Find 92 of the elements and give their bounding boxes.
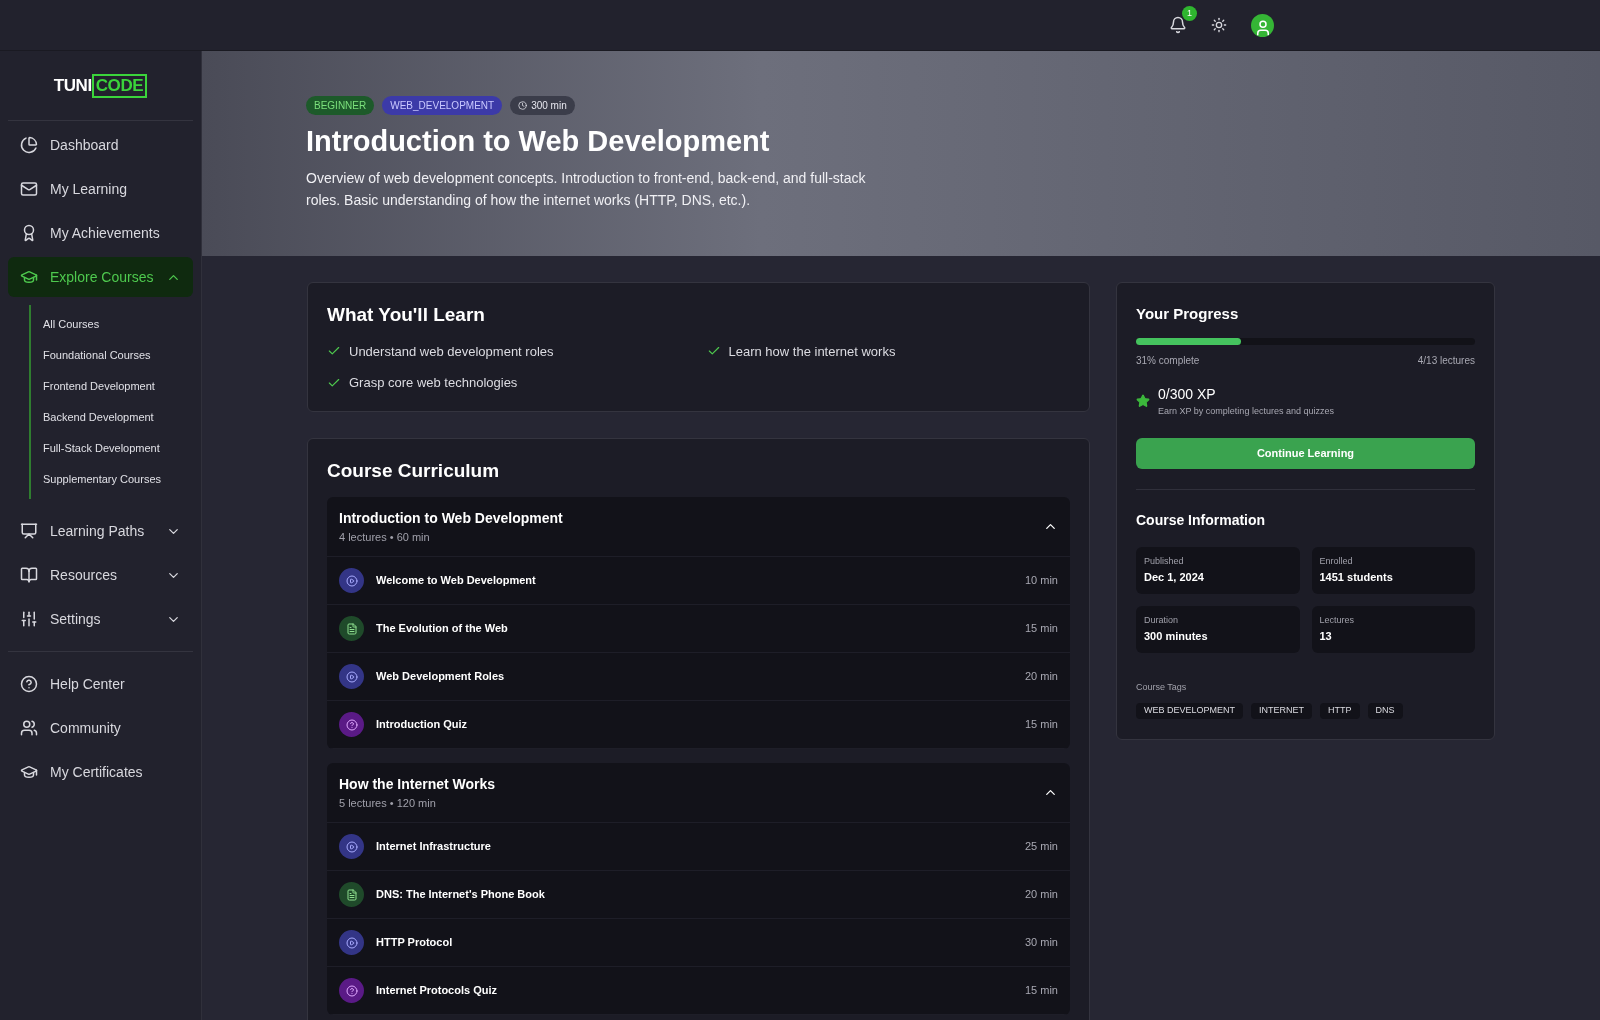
sidebar-subitem[interactable]: Supplementary Courses <box>43 464 201 495</box>
sliders-icon <box>20 610 38 628</box>
sidebar-item[interactable]: Settings <box>8 599 193 639</box>
clock-icon <box>518 100 528 110</box>
learn-item: Understand web development roles <box>349 342 554 361</box>
lecture-duration: 20 min <box>1024 669 1058 685</box>
module-meta: 5 lectures • 120 min <box>339 795 437 811</box>
lecture-row[interactable]: Introduction Quiz 15 min <box>327 701 1070 749</box>
info-label: Enrolled <box>1319 555 1354 568</box>
document-icon <box>339 882 364 907</box>
xp-value: 0/300 XP <box>1158 384 1217 404</box>
info-value: Dec 1, 2024 <box>1144 569 1205 585</box>
lecture-title: HTTP Protocol <box>376 935 454 951</box>
notification-badge: 1 <box>1182 6 1197 21</box>
info-value: 13 <box>1319 628 1333 644</box>
course-title: Introduction to Web Development <box>306 123 771 159</box>
lecture-duration: 15 min <box>1024 717 1058 733</box>
people-icon <box>20 719 38 737</box>
module-meta: 4 lectures • 60 min <box>339 529 431 545</box>
info-value: 300 minutes <box>1144 628 1209 644</box>
section-header[interactable]: Introduction to Web Development 4 lectures • 60 min <box>327 497 1070 557</box>
sidebar-subitem[interactable]: Backend Development <box>43 402 201 433</box>
course-badge: WEB_DEVELOPMENT <box>382 95 503 115</box>
sidebar-item[interactable]: My Certificates <box>8 752 193 792</box>
lecture-title: Welcome to Web Development <box>376 573 537 589</box>
sidebar-item[interactable]: My Achievements <box>8 213 193 253</box>
envelope-icon <box>20 180 38 198</box>
lecture-duration: 10 min <box>1024 573 1058 589</box>
module-title: How the Internet Works <box>339 774 496 794</box>
sidebar-subitem[interactable]: Foundational Courses <box>43 340 201 371</box>
course-description: Overview of web development concepts. Introduction to front-end, back-end, and full-stack roles. Basic understanding of how the internet works (HTTP, DNS, etc.). <box>306 169 867 211</box>
presentation-board-icon <box>20 522 38 540</box>
section-title: What You'll Learn <box>327 303 486 327</box>
lecture-row[interactable]: Web Development Roles 20 min <box>327 653 1070 701</box>
info-label: Published <box>1144 555 1185 568</box>
lecture-duration: 25 min <box>1024 839 1058 855</box>
module-title: Introduction to Web Development <box>339 508 563 528</box>
percent-complete: 31% complete <box>1136 353 1200 368</box>
lecture-row[interactable]: HTTP Protocol 30 min <box>327 919 1070 967</box>
pie-chart-icon <box>20 136 38 154</box>
info-title: Course Information <box>1136 511 1267 530</box>
bell-icon[interactable] <box>1169 16 1187 34</box>
lecture-row[interactable]: The Evolution of the Web 15 min <box>327 605 1070 653</box>
lecture-count: 4/13 lectures <box>1417 353 1475 368</box>
lecture-title: Internet Protocols Quiz <box>376 983 498 999</box>
learn-item: Learn how the internet works <box>728 342 896 361</box>
course-tag: INTERNET <box>1251 702 1312 719</box>
lecture-duration: 15 min <box>1024 983 1058 999</box>
xp-hint: Earn XP by completing lectures and quizzes <box>1158 404 1334 418</box>
sidebar-item[interactable]: My Learning <box>8 169 193 209</box>
lecture-title: DNS: The Internet's Phone Book <box>376 887 546 903</box>
lecture-title: Introduction Quiz <box>376 717 469 733</box>
info-label: Duration <box>1144 614 1180 627</box>
info-label: Lectures <box>1319 614 1356 627</box>
document-icon <box>339 616 364 641</box>
course-badge: BEGINNER <box>306 95 375 115</box>
lecture-row[interactable]: Internet Infrastructure 25 min <box>327 823 1070 871</box>
star-icon <box>1136 393 1150 408</box>
sidebar-item[interactable]: Community <box>8 708 193 748</box>
lecture-duration: 15 min <box>1024 621 1058 637</box>
course-tag: WEB DEVELOPMENT <box>1136 702 1243 719</box>
sidebar-item[interactable]: Dashboard <box>8 125 193 165</box>
graduation-cap-icon <box>20 268 38 286</box>
sidebar-item[interactable]: Learning Paths <box>8 511 193 551</box>
sun-icon[interactable] <box>1211 17 1227 33</box>
sidebar-subitem[interactable]: All Courses <box>43 309 201 340</box>
lecture-title: The Evolution of the Web <box>376 621 509 637</box>
sidebar-subitem[interactable]: Full-Stack Development <box>43 433 201 464</box>
avatar[interactable] <box>1251 13 1274 37</box>
lecture-title: Internet Infrastructure <box>376 839 492 855</box>
lecture-title: Web Development Roles <box>376 669 506 685</box>
lecture-duration: 20 min <box>1024 887 1058 903</box>
lecture-row[interactable]: Internet Protocols Quiz 15 min <box>327 967 1070 1015</box>
sidebar-item[interactable]: Help Center <box>8 664 193 704</box>
course-tag: DNS <box>1367 702 1403 719</box>
tags-label: Course Tags <box>1136 681 1188 694</box>
sidebar-item[interactable]: Explore Courses <box>8 257 193 297</box>
section-title: Course Curriculum <box>327 458 501 483</box>
progress-title: Your Progress <box>1136 304 1240 324</box>
lecture-row[interactable]: DNS: The Internet's Phone Book 20 min <box>327 871 1070 919</box>
lecture-duration: 30 min <box>1024 935 1058 951</box>
course-tag: HTTP <box>1320 702 1360 719</box>
book-icon <box>20 566 38 584</box>
lecture-row[interactable]: Welcome to Web Development 10 min <box>327 557 1070 605</box>
help-icon <box>20 675 38 693</box>
course-badge: 300 min <box>510 95 575 115</box>
sidebar-item[interactable]: Resources <box>8 555 193 595</box>
learn-item: Grasp core web technologies <box>349 374 518 392</box>
sidebar-subitem[interactable]: Frontend Development <box>43 371 201 402</box>
section-header[interactable]: How the Internet Works 5 lectures • 120 min <box>327 763 1070 823</box>
info-value: 1451 students <box>1319 569 1394 585</box>
mortarboard-icon <box>20 763 38 781</box>
